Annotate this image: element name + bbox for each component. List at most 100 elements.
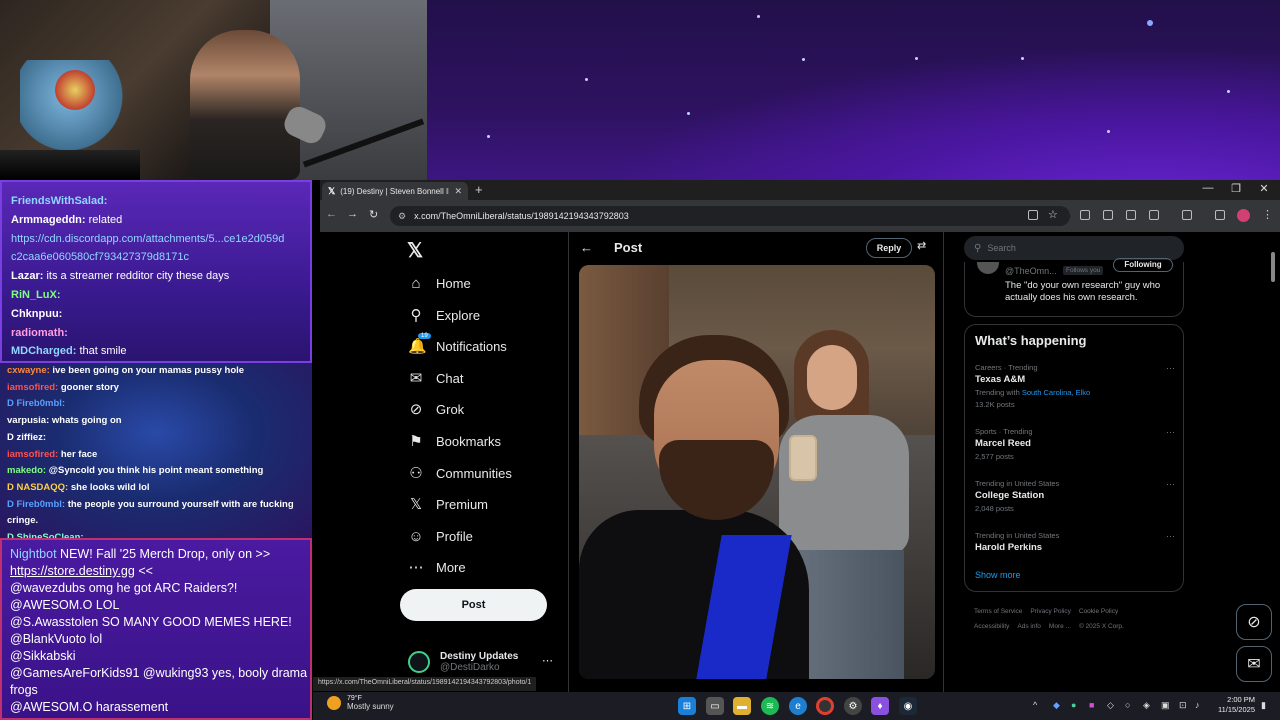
footer-link[interactable]: © 2025 X Corp. xyxy=(1079,623,1124,630)
messages-fab-icon[interactable]: ✉ xyxy=(1236,646,1272,682)
trend-more-icon[interactable]: ⋯ xyxy=(1166,427,1175,438)
tab-close-icon[interactable]: ✕ xyxy=(454,186,462,197)
chat-username[interactable]: @S.Awasstolen xyxy=(10,615,98,629)
account-switcher[interactable]: Destiny Updates @DestiDarko xyxy=(408,645,558,679)
footer-link[interactable]: Ads info xyxy=(1017,623,1041,630)
chat-username[interactable]: @Sikkabski xyxy=(10,649,76,663)
nav-item-communities[interactable]: ⚇ Communities xyxy=(408,461,512,485)
file-explorer-icon[interactable]: ▬ xyxy=(733,697,751,715)
browser-menu-icon[interactable]: ⋮ xyxy=(1262,208,1273,221)
chat-username[interactable]: @AWESOM.O xyxy=(10,598,92,612)
search-input[interactable] xyxy=(987,243,1168,253)
footer-link[interactable]: More ... xyxy=(1049,623,1071,630)
footer-link[interactable]: Cookie Policy xyxy=(1079,608,1118,615)
nav-item-home[interactable]: ⌂ Home xyxy=(408,271,470,295)
filter-icon[interactable]: ⇄ xyxy=(917,239,926,252)
post-photo[interactable] xyxy=(579,265,935,679)
tray-app-icon[interactable]: ■ xyxy=(1089,700,1094,710)
chat-username[interactable]: D ziffiez: xyxy=(7,432,46,443)
chat-link[interactable]: https://store.destiny.gg xyxy=(10,564,135,578)
trend-item[interactable]: Sports · Trending Marcel Reed 2,577 posts ⋯ xyxy=(975,427,1175,461)
weather-widget[interactable]: 79°F Mostly sunny xyxy=(327,695,394,711)
tray-app-icon[interactable]: ⊡ xyxy=(1179,700,1187,711)
nav-item-notifications[interactable]: 🔔 19 Notifications xyxy=(408,333,507,358)
chat-username[interactable]: D Fireb0mbl: xyxy=(7,398,65,409)
extensions-puzzle-icon[interactable] xyxy=(1149,210,1159,220)
app-gear-icon[interactable]: ⚙ xyxy=(844,697,862,715)
user-avatar[interactable] xyxy=(977,262,999,274)
start-icon[interactable]: ⊞ xyxy=(678,697,696,715)
nav-item-profile[interactable]: ☺ Profile xyxy=(408,524,473,548)
chat-username[interactable]: RiN_LuX: xyxy=(11,289,61,301)
nav-item-bookmarks[interactable]: ⚑ Bookmarks xyxy=(408,429,501,453)
maximize-icon[interactable]: ❐ xyxy=(1222,182,1250,195)
app-purple-icon[interactable]: ♦ xyxy=(871,697,889,715)
chat-username[interactable]: @GamesAreForKids91 xyxy=(10,666,139,680)
tab-search-icon[interactable] xyxy=(1215,210,1225,220)
x-logo-icon[interactable]: 𝕏 xyxy=(407,238,423,263)
spotify-icon[interactable]: ≋ xyxy=(761,697,779,715)
address-bar[interactable]: ⚙ x.com/TheOmniLiberal/status/1989142194… xyxy=(390,206,1070,226)
chat-username[interactable]: makedo: xyxy=(7,465,46,476)
chat-username[interactable]: D Fireb0mbl: xyxy=(7,499,65,510)
back-icon[interactable]: ← xyxy=(326,208,337,220)
chat-username[interactable]: Nightbot xyxy=(10,547,57,561)
chat-username[interactable]: varpusia: xyxy=(7,415,49,426)
trend-item[interactable]: Careers · Trending Texas A&M Trending with… xyxy=(975,363,1175,409)
steam-icon[interactable]: ◉ xyxy=(899,697,917,715)
site-info-icon[interactable]: ⚙ xyxy=(398,211,406,222)
install-icon[interactable] xyxy=(1028,210,1038,220)
trend-item[interactable]: Trending in United States College Station… xyxy=(975,479,1175,513)
tray-app-icon[interactable]: ◆ xyxy=(1053,700,1060,711)
nav-item-more[interactable]: ⋯ More xyxy=(408,555,466,579)
chat-username[interactable]: @AWESOM.O xyxy=(10,700,92,714)
chrome-icon[interactable] xyxy=(816,697,834,715)
notification-icon[interactable]: ▮ xyxy=(1261,700,1266,711)
chat-username[interactable]: Chknpuu: xyxy=(11,308,62,320)
tray-app-icon[interactable]: ▣ xyxy=(1161,700,1170,711)
trend-related-link[interactable]: South Carolina, Elko xyxy=(1022,388,1090,397)
tray-app-icon[interactable]: ● xyxy=(1071,700,1076,710)
footer-link[interactable]: Privacy Policy xyxy=(1030,608,1070,615)
chat-username[interactable]: Armmageddn: xyxy=(11,214,86,226)
system-clock[interactable]: 2:00 PM 11/15/2025 xyxy=(1211,695,1255,715)
user-handle[interactable]: @TheOmn... xyxy=(1005,266,1057,276)
volume-icon[interactable]: ♪ xyxy=(1195,700,1200,710)
minimize-icon[interactable]: — xyxy=(1194,182,1222,194)
chat-username[interactable]: D NASDAQQ: xyxy=(7,482,68,493)
cast-icon[interactable] xyxy=(1182,210,1192,220)
tray-app-icon[interactable]: ○ xyxy=(1125,700,1130,710)
post-button[interactable]: Post xyxy=(400,589,547,621)
trend-more-icon[interactable]: ⋯ xyxy=(1166,479,1175,490)
bookmark-star-icon[interactable]: ☆ xyxy=(1048,208,1058,221)
extension-hx-icon[interactable] xyxy=(1126,210,1136,220)
edge-icon[interactable]: e xyxy=(789,697,807,715)
nav-item-premium[interactable]: 𝕏 Premium xyxy=(408,492,488,516)
chat-username[interactable]: iamsofired: xyxy=(7,382,58,393)
grok-fab-icon[interactable]: ⊘ xyxy=(1236,604,1272,640)
extension-trash-icon[interactable] xyxy=(1103,210,1113,220)
extension-icon[interactable] xyxy=(1080,210,1090,220)
chat-username[interactable]: iamsofired: xyxy=(7,449,58,460)
footer-link[interactable]: Terms of Service xyxy=(974,608,1022,615)
trend-more-icon[interactable]: ⋯ xyxy=(1166,531,1175,542)
chat-username[interactable]: radiomath: xyxy=(11,327,68,339)
chat-username[interactable]: FriendsWithSalad: xyxy=(11,195,107,207)
close-window-icon[interactable]: ✕ xyxy=(1250,182,1278,195)
task-view-icon[interactable]: ▭ xyxy=(706,697,724,715)
tray-app-icon[interactable]: ◈ xyxy=(1143,700,1150,711)
search-box[interactable]: ⚲ xyxy=(964,236,1184,260)
reply-button[interactable]: Reply xyxy=(866,238,912,258)
show-more-link[interactable]: Show more xyxy=(975,570,1021,580)
chat-username[interactable]: cxwayne: xyxy=(7,365,50,376)
nav-item-explore[interactable]: ⚲ Explore xyxy=(408,303,481,327)
chat-username[interactable]: @BlankVuoto xyxy=(10,632,86,646)
profile-avatar[interactable] xyxy=(1237,209,1250,222)
account-more-icon[interactable]: ⋯ xyxy=(542,654,553,667)
chat-username[interactable]: MDCharged: xyxy=(11,345,76,357)
tray-app-icon[interactable]: ◇ xyxy=(1107,700,1114,711)
chat-username[interactable]: @wavezdubs xyxy=(10,581,85,595)
trend-item[interactable]: Trending in United States Harold Perkins ⋯ xyxy=(975,531,1175,553)
nav-item-chat[interactable]: ✉ Chat xyxy=(408,366,464,390)
trend-more-icon[interactable]: ⋯ xyxy=(1166,363,1175,374)
